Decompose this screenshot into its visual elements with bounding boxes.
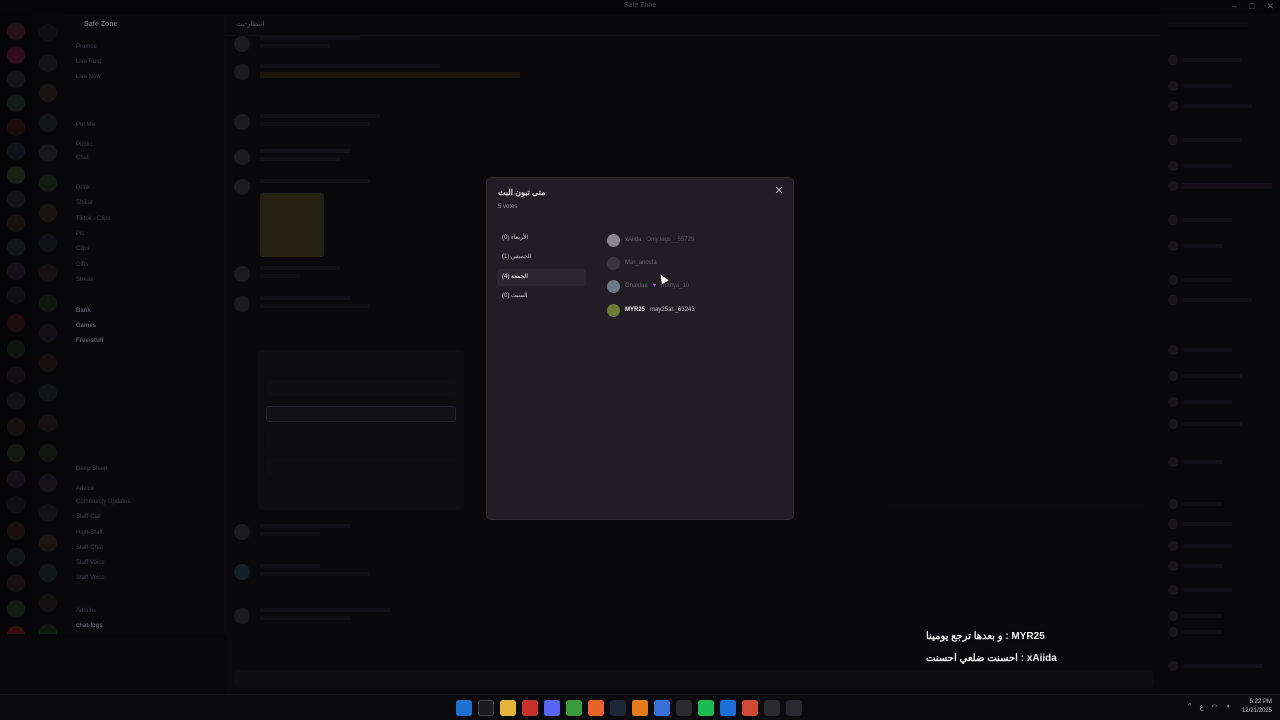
start-icon[interactable] <box>456 700 472 716</box>
voter-display-name: MYR25 <box>625 307 646 313</box>
poll-answer-selected[interactable]: الجمعة (4) <box>497 269 586 286</box>
poll-answer[interactable]: السبت (0) <box>497 288 586 305</box>
wifi-icon[interactable]: ◠ <box>1212 703 1218 711</box>
voter-row[interactable]: Ghaidaa ♥ mariya_10 <box>607 278 689 294</box>
stream-overlay-message: احسنت ضلعي احسنت : xAiida <box>926 653 1057 664</box>
poll-answer[interactable]: الأربعاء (0) <box>497 230 586 247</box>
voter-display-name: Ghaidaa <box>625 283 648 289</box>
app-icon[interactable] <box>632 700 648 716</box>
clock-time: 5:22 PM <box>1249 699 1272 705</box>
app-icon[interactable] <box>764 700 780 716</box>
spotify-icon[interactable] <box>698 700 714 716</box>
voter-row[interactable]: Mar_anosfa <box>607 255 657 271</box>
chrome-icon[interactable] <box>566 700 582 716</box>
voter-row[interactable]: xAiida Only.legs__55729 <box>607 232 694 248</box>
poll-answer[interactable]: الخميس (1) <box>497 249 586 266</box>
app-icon[interactable] <box>588 700 604 716</box>
avatar <box>607 256 620 270</box>
app-icon[interactable] <box>676 700 692 716</box>
voter-username: may25ar._63243 <box>650 307 695 313</box>
poll-question: متى تبون البث <box>498 188 546 197</box>
taskbar: ^ ع ◠ ◖ 5:22 PM 12/21/2025 <box>0 694 1280 720</box>
heart-icon: ♥ <box>652 283 657 289</box>
avatar <box>607 279 620 293</box>
chevron-up-icon[interactable]: ^ <box>1188 703 1191 711</box>
app-icon[interactable] <box>786 700 802 716</box>
language-indicator[interactable]: ع <box>1199 703 1203 711</box>
avatar <box>607 233 620 247</box>
clock[interactable]: 5:22 PM 12/21/2025 <box>1242 698 1272 716</box>
screen: Safe Zone – □ ✕ Safe Zone Promos Live Ru… <box>0 0 1280 720</box>
system-tray: ^ ع ◠ ◖ <box>1188 703 1230 711</box>
poll-vote-count: 5 votes <box>498 204 518 210</box>
volume-icon[interactable]: ◖ <box>1226 703 1230 711</box>
close-icon[interactable]: ✕ <box>773 185 785 197</box>
discord-icon[interactable] <box>544 700 560 716</box>
app-icon[interactable] <box>720 700 736 716</box>
avatar <box>607 303 620 317</box>
taskbar-apps <box>456 700 802 716</box>
app-icon[interactable] <box>522 700 538 716</box>
clock-date: 12/21/2025 <box>1241 708 1272 714</box>
app-icon[interactable] <box>742 700 758 716</box>
voter-username: Only.legs__55729 <box>646 237 695 243</box>
app-icon[interactable] <box>654 700 670 716</box>
steam-icon[interactable] <box>610 700 626 716</box>
voter-username: mariya_10 <box>661 283 690 289</box>
stream-overlay-message: و بعدها ترجع يومينا : MYR25 <box>926 631 1045 642</box>
poll-voters-modal: متى تبون البث 5 votes ✕ الأربعاء (0) الخ… <box>487 178 793 519</box>
voter-display-name: xAiida <box>625 237 642 243</box>
search-icon[interactable] <box>478 700 494 716</box>
voter-display-name: Mar_anosfa <box>625 260 657 266</box>
file-explorer-icon[interactable] <box>500 700 516 716</box>
voter-row[interactable]: MYR25 may25ar._63243 <box>607 302 695 318</box>
